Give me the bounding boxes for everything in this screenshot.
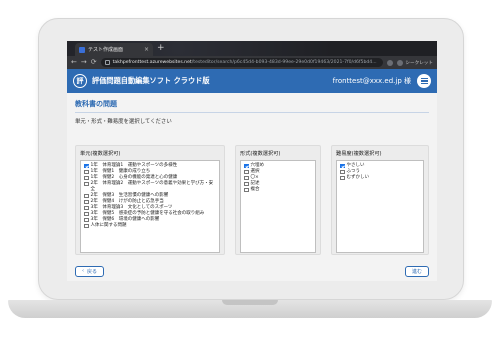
checkbox[interactable] bbox=[84, 211, 89, 217]
page-title: 教科書の問題 bbox=[75, 100, 117, 108]
browser-tab[interactable]: テスト作成画面 × bbox=[75, 43, 153, 56]
unit-option[interactable]: 2年 体育理論2 運動やスポーツの意義や効果と学び方・安全 bbox=[84, 181, 216, 193]
forward-arrow-icon[interactable]: → bbox=[81, 59, 87, 66]
format-option[interactable]: 複合 bbox=[244, 187, 312, 193]
checkbox[interactable] bbox=[244, 181, 249, 187]
app-logo-icon: 評 bbox=[73, 74, 87, 88]
difficulty-panel-label: 難易度(複数選択可) bbox=[336, 151, 382, 157]
difficulty-listbox[interactable]: やさしい ふつう むずかしい bbox=[336, 160, 424, 253]
extension-icon[interactable] bbox=[387, 59, 394, 66]
reload-icon[interactable]: ⟳ bbox=[91, 59, 97, 66]
browser-tab-strip: テスト作成画面 × + bbox=[67, 41, 437, 56]
checkbox[interactable] bbox=[340, 163, 345, 169]
difficulty-panel: 難易度(複数選択可) やさしい ふつう むずかしい bbox=[331, 145, 429, 255]
checkbox[interactable] bbox=[340, 169, 345, 175]
unit-option-label: 2年 体育理論2 運動やスポーツの意義や効果と学び方・安全 bbox=[90, 181, 214, 192]
checkbox[interactable] bbox=[244, 187, 249, 193]
app-title: 評価問題自動編集ソフト クラウド版 bbox=[92, 76, 210, 85]
hamburger-menu-icon[interactable] bbox=[417, 74, 431, 88]
browser-toolbar: ← → ⟳ takhpefronttest.azurewebsites.net … bbox=[67, 56, 437, 69]
difficulty-option-label: むずかしい bbox=[346, 175, 370, 180]
incognito-profile[interactable]: シークレット bbox=[397, 59, 433, 66]
unit-panel-label: 単元(複数選択可) bbox=[80, 151, 121, 157]
checkbox[interactable] bbox=[84, 199, 89, 205]
page-subtitle: 単元・形式・難易度を選択してください bbox=[75, 119, 172, 125]
format-panel-label: 形式(複数選択可) bbox=[240, 151, 281, 157]
browser-window: テスト作成画面 × + ← → ⟳ takhpefronttest.azurew… bbox=[67, 41, 437, 281]
url-host: takhpefronttest.azurewebsites.net bbox=[112, 60, 192, 65]
checkbox[interactable] bbox=[84, 223, 89, 229]
checkbox[interactable] bbox=[244, 175, 249, 181]
difficulty-option[interactable]: むずかしい bbox=[340, 175, 420, 181]
format-option-label: 複合 bbox=[250, 187, 260, 192]
format-listbox[interactable]: 穴埋め 選択 〇× 記述 複合 bbox=[240, 160, 316, 253]
next-button[interactable]: 進む bbox=[404, 265, 429, 277]
format-panel: 形式(複数選択可) 穴埋め 選択 〇× 記述 複合 bbox=[235, 145, 321, 255]
address-bar[interactable]: takhpefronttest.azurewebsites.net /teste… bbox=[100, 58, 384, 67]
unit-option-label: 人体に関する問題 bbox=[90, 223, 127, 228]
favicon-icon bbox=[79, 46, 85, 53]
footer-bar: ‹ 戻る 進む bbox=[67, 261, 437, 281]
app-header: 評 評価問題自動編集ソフト クラウド版 fronttest@xxx.ed.jp … bbox=[67, 69, 437, 93]
checkbox[interactable] bbox=[84, 193, 89, 199]
checkbox[interactable] bbox=[84, 205, 89, 211]
checkbox[interactable] bbox=[244, 169, 249, 175]
laptop-base bbox=[8, 300, 492, 318]
checkbox[interactable] bbox=[340, 175, 345, 181]
next-button-label: 進む bbox=[411, 268, 422, 275]
laptop-notch bbox=[222, 300, 278, 305]
profile-label: シークレット bbox=[405, 60, 433, 66]
selection-panels: 単元(複数選択可) 1年 体育理論1 運動やスポーツの多様性 1年 保健1 健康の… bbox=[75, 145, 429, 255]
incognito-icon bbox=[397, 59, 404, 66]
back-arrow-icon[interactable]: ← bbox=[71, 59, 77, 66]
checkbox[interactable] bbox=[84, 175, 89, 181]
checkbox[interactable] bbox=[244, 163, 249, 169]
checkbox[interactable] bbox=[84, 181, 89, 187]
checkbox[interactable] bbox=[84, 169, 89, 175]
tab-title: テスト作成画面 bbox=[88, 47, 124, 53]
close-tab-icon[interactable]: × bbox=[144, 46, 149, 53]
chevron-left-icon: ‹ bbox=[82, 268, 84, 274]
checkbox[interactable] bbox=[84, 217, 89, 223]
unit-listbox[interactable]: 1年 体育理論1 運動やスポーツの多様性 1年 保健1 健康の成り立ち 1年 保健2… bbox=[80, 160, 220, 253]
unit-panel: 単元(複数選択可) 1年 体育理論1 運動やスポーツの多様性 1年 保健1 健康の… bbox=[75, 145, 225, 255]
unit-option[interactable]: 人体に関する問題 bbox=[84, 223, 216, 229]
back-button[interactable]: ‹ 戻る bbox=[75, 265, 105, 277]
new-tab-button[interactable]: + bbox=[157, 44, 165, 53]
checkbox[interactable] bbox=[84, 163, 89, 169]
url-path: /testeditor/search/p6c45d4-b093-483d-99e… bbox=[191, 60, 377, 65]
lock-icon bbox=[104, 60, 110, 65]
back-button-label: 戻る bbox=[87, 268, 98, 275]
laptop-frame: テスト作成画面 × + ← → ⟳ takhpefronttest.azurew… bbox=[38, 18, 464, 300]
user-email: fronttest@xxx.ed.jp 様 bbox=[332, 77, 411, 85]
